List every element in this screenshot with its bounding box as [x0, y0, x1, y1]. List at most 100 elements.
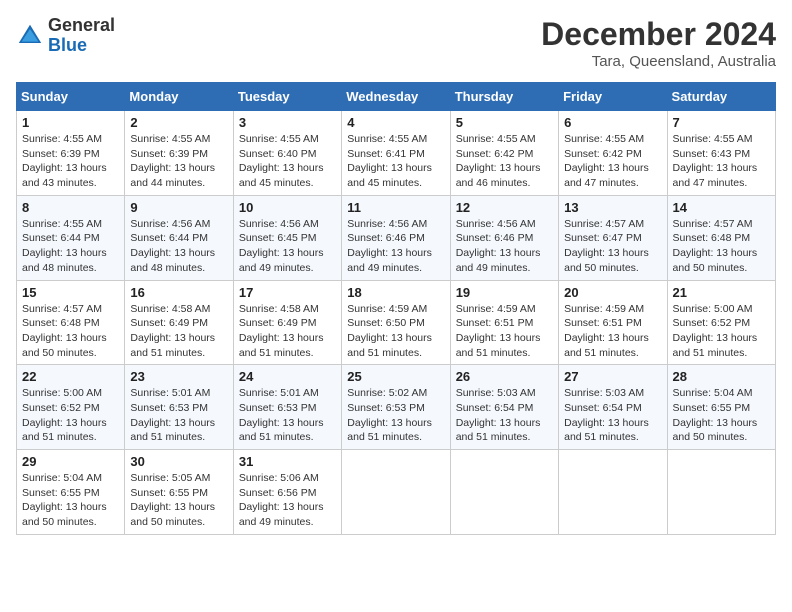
day-number: 5	[456, 115, 553, 130]
calendar-cell: 25 Sunrise: 5:02 AM Sunset: 6:53 PM Dayl…	[342, 365, 450, 450]
day-info: Sunrise: 5:00 AM Sunset: 6:52 PM Dayligh…	[22, 386, 119, 445]
sunrise-label: Sunrise: 5:06 AM	[239, 472, 319, 484]
logo-text: General Blue	[48, 16, 115, 56]
calendar-cell: 27 Sunrise: 5:03 AM Sunset: 6:54 PM Dayl…	[559, 365, 667, 450]
weekday-header-sunday: Sunday	[17, 83, 125, 111]
sunset-label: Sunset: 6:43 PM	[673, 148, 751, 160]
day-info: Sunrise: 4:58 AM Sunset: 6:49 PM Dayligh…	[239, 302, 336, 361]
sunset-label: Sunset: 6:50 PM	[347, 317, 425, 329]
page-header: General Blue December 2024 Tara, Queensl…	[16, 16, 776, 70]
day-info: Sunrise: 5:01 AM Sunset: 6:53 PM Dayligh…	[239, 386, 336, 445]
sunset-label: Sunset: 6:39 PM	[130, 148, 208, 160]
calendar-cell: 9 Sunrise: 4:56 AM Sunset: 6:44 PM Dayli…	[125, 195, 233, 280]
sunrise-label: Sunrise: 4:58 AM	[239, 303, 319, 315]
sunset-label: Sunset: 6:51 PM	[456, 317, 534, 329]
daylight-label: Daylight: 13 hours and 51 minutes.	[22, 417, 107, 444]
day-number: 10	[239, 200, 336, 215]
day-number: 29	[22, 454, 119, 469]
day-info: Sunrise: 5:04 AM Sunset: 6:55 PM Dayligh…	[22, 471, 119, 530]
calendar-table: SundayMondayTuesdayWednesdayThursdayFrid…	[16, 82, 776, 535]
daylight-label: Daylight: 13 hours and 43 minutes.	[22, 162, 107, 189]
daylight-label: Daylight: 13 hours and 49 minutes.	[239, 247, 324, 274]
sunset-label: Sunset: 6:45 PM	[239, 232, 317, 244]
calendar-cell: 24 Sunrise: 5:01 AM Sunset: 6:53 PM Dayl…	[233, 365, 341, 450]
sunrise-label: Sunrise: 5:00 AM	[22, 387, 102, 399]
sunset-label: Sunset: 6:46 PM	[456, 232, 534, 244]
sunset-label: Sunset: 6:53 PM	[130, 402, 208, 414]
logo: General Blue	[16, 16, 115, 56]
calendar-cell: 16 Sunrise: 4:58 AM Sunset: 6:49 PM Dayl…	[125, 280, 233, 365]
day-info: Sunrise: 5:05 AM Sunset: 6:55 PM Dayligh…	[130, 471, 227, 530]
sunrise-label: Sunrise: 4:56 AM	[347, 218, 427, 230]
day-info: Sunrise: 4:55 AM Sunset: 6:43 PM Dayligh…	[673, 132, 770, 191]
day-info: Sunrise: 4:57 AM Sunset: 6:47 PM Dayligh…	[564, 217, 661, 276]
daylight-label: Daylight: 13 hours and 47 minutes.	[673, 162, 758, 189]
day-info: Sunrise: 5:02 AM Sunset: 6:53 PM Dayligh…	[347, 386, 444, 445]
daylight-label: Daylight: 13 hours and 51 minutes.	[456, 417, 541, 444]
sunset-label: Sunset: 6:49 PM	[130, 317, 208, 329]
day-info: Sunrise: 4:55 AM Sunset: 6:39 PM Dayligh…	[130, 132, 227, 191]
daylight-label: Daylight: 13 hours and 44 minutes.	[130, 162, 215, 189]
sunrise-label: Sunrise: 4:59 AM	[456, 303, 536, 315]
month-title: December 2024	[541, 16, 776, 53]
calendar-cell: 20 Sunrise: 4:59 AM Sunset: 6:51 PM Dayl…	[559, 280, 667, 365]
day-number: 16	[130, 285, 227, 300]
sunrise-label: Sunrise: 5:00 AM	[673, 303, 753, 315]
sunrise-label: Sunrise: 5:03 AM	[456, 387, 536, 399]
sunset-label: Sunset: 6:51 PM	[564, 317, 642, 329]
day-info: Sunrise: 5:01 AM Sunset: 6:53 PM Dayligh…	[130, 386, 227, 445]
daylight-label: Daylight: 13 hours and 49 minutes.	[239, 501, 324, 528]
sunset-label: Sunset: 6:53 PM	[347, 402, 425, 414]
sunrise-label: Sunrise: 5:04 AM	[673, 387, 753, 399]
day-number: 11	[347, 200, 444, 215]
day-info: Sunrise: 5:06 AM Sunset: 6:56 PM Dayligh…	[239, 471, 336, 530]
sunset-label: Sunset: 6:55 PM	[22, 487, 100, 499]
sunset-label: Sunset: 6:42 PM	[456, 148, 534, 160]
sunset-label: Sunset: 6:52 PM	[673, 317, 751, 329]
sunrise-label: Sunrise: 4:55 AM	[239, 133, 319, 145]
sunrise-label: Sunrise: 4:56 AM	[456, 218, 536, 230]
weekday-header-monday: Monday	[125, 83, 233, 111]
sunset-label: Sunset: 6:40 PM	[239, 148, 317, 160]
day-number: 22	[22, 369, 119, 384]
daylight-label: Daylight: 13 hours and 51 minutes.	[456, 332, 541, 359]
calendar-cell: 7 Sunrise: 4:55 AM Sunset: 6:43 PM Dayli…	[667, 111, 775, 196]
sunrise-label: Sunrise: 5:03 AM	[564, 387, 644, 399]
sunrise-label: Sunrise: 4:58 AM	[130, 303, 210, 315]
calendar-cell: 8 Sunrise: 4:55 AM Sunset: 6:44 PM Dayli…	[17, 195, 125, 280]
day-info: Sunrise: 5:04 AM Sunset: 6:55 PM Dayligh…	[673, 386, 770, 445]
sunrise-label: Sunrise: 4:57 AM	[22, 303, 102, 315]
calendar-cell: 21 Sunrise: 5:00 AM Sunset: 6:52 PM Dayl…	[667, 280, 775, 365]
day-info: Sunrise: 4:55 AM Sunset: 6:39 PM Dayligh…	[22, 132, 119, 191]
calendar-cell: 19 Sunrise: 4:59 AM Sunset: 6:51 PM Dayl…	[450, 280, 558, 365]
calendar-cell: 23 Sunrise: 5:01 AM Sunset: 6:53 PM Dayl…	[125, 365, 233, 450]
day-info: Sunrise: 4:55 AM Sunset: 6:42 PM Dayligh…	[564, 132, 661, 191]
calendar-week-1: 1 Sunrise: 4:55 AM Sunset: 6:39 PM Dayli…	[17, 111, 776, 196]
daylight-label: Daylight: 13 hours and 51 minutes.	[673, 332, 758, 359]
sunset-label: Sunset: 6:48 PM	[673, 232, 751, 244]
day-number: 19	[456, 285, 553, 300]
sunset-label: Sunset: 6:55 PM	[130, 487, 208, 499]
day-number: 28	[673, 369, 770, 384]
sunrise-label: Sunrise: 4:55 AM	[130, 133, 210, 145]
day-number: 18	[347, 285, 444, 300]
daylight-label: Daylight: 13 hours and 50 minutes.	[564, 247, 649, 274]
daylight-label: Daylight: 13 hours and 50 minutes.	[22, 332, 107, 359]
daylight-label: Daylight: 13 hours and 47 minutes.	[564, 162, 649, 189]
day-number: 9	[130, 200, 227, 215]
sunset-label: Sunset: 6:53 PM	[239, 402, 317, 414]
day-info: Sunrise: 5:03 AM Sunset: 6:54 PM Dayligh…	[456, 386, 553, 445]
weekday-header-tuesday: Tuesday	[233, 83, 341, 111]
day-info: Sunrise: 4:59 AM Sunset: 6:51 PM Dayligh…	[564, 302, 661, 361]
calendar-cell: 26 Sunrise: 5:03 AM Sunset: 6:54 PM Dayl…	[450, 365, 558, 450]
weekday-header-friday: Friday	[559, 83, 667, 111]
calendar-cell: 11 Sunrise: 4:56 AM Sunset: 6:46 PM Dayl…	[342, 195, 450, 280]
daylight-label: Daylight: 13 hours and 50 minutes.	[673, 247, 758, 274]
day-number: 26	[456, 369, 553, 384]
sunset-label: Sunset: 6:46 PM	[347, 232, 425, 244]
sunrise-label: Sunrise: 4:59 AM	[564, 303, 644, 315]
daylight-label: Daylight: 13 hours and 45 minutes.	[347, 162, 432, 189]
daylight-label: Daylight: 13 hours and 51 minutes.	[564, 417, 649, 444]
calendar-cell: 5 Sunrise: 4:55 AM Sunset: 6:42 PM Dayli…	[450, 111, 558, 196]
sunrise-label: Sunrise: 5:05 AM	[130, 472, 210, 484]
